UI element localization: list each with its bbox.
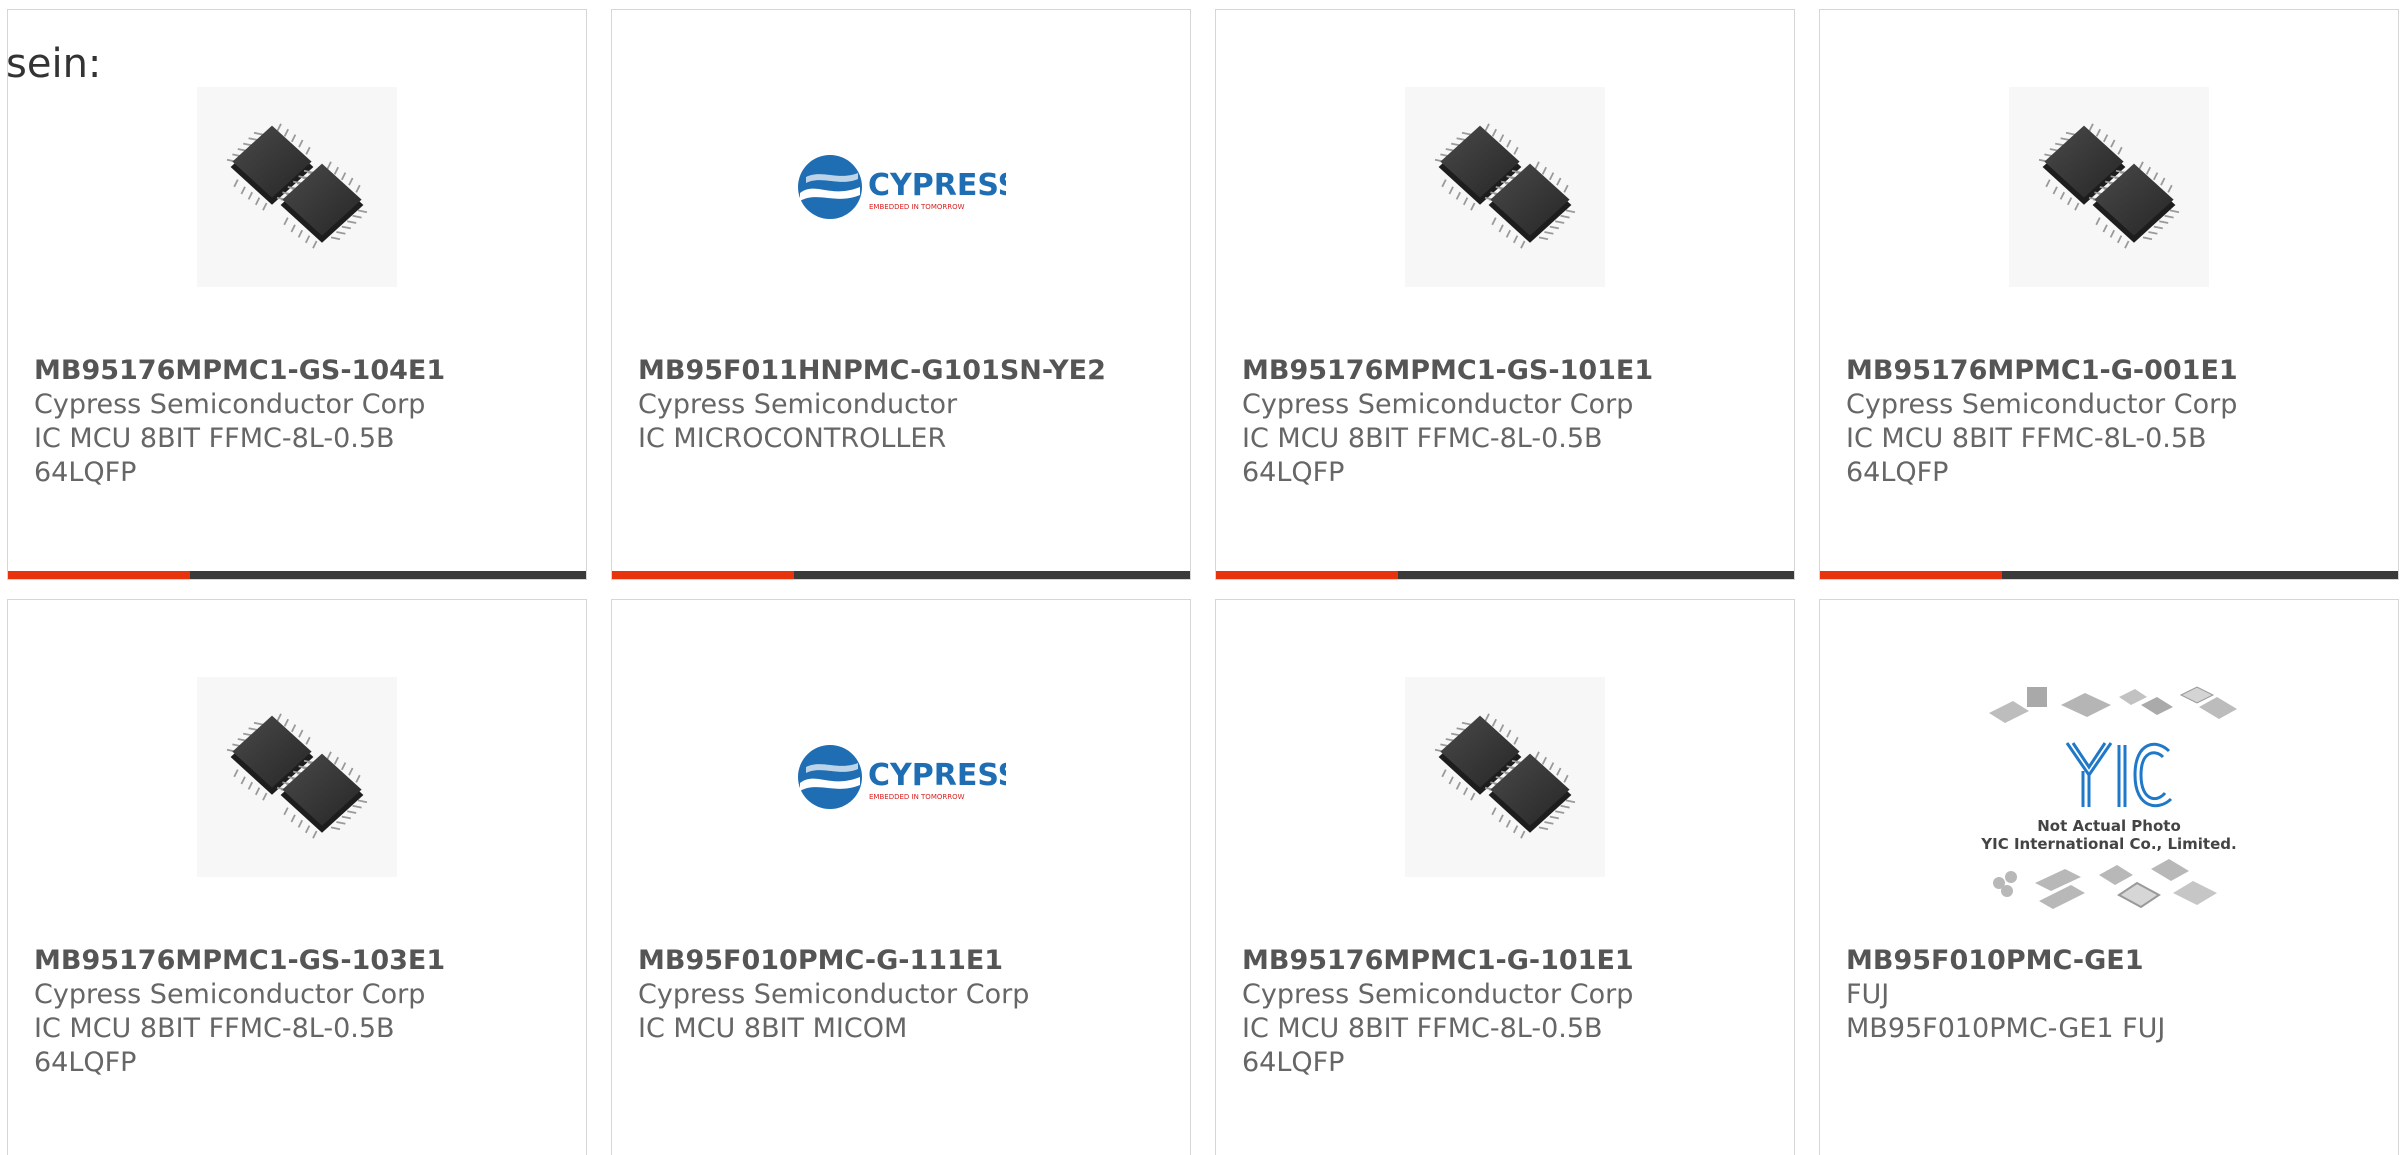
not-actual-photo-image[interactable]: Not Actual Photo YIC International Co., … — [1820, 684, 2398, 914]
cypress-logo-tagline: EMBEDDED IN TOMORROW — [869, 203, 965, 211]
card-footer-bar — [1216, 571, 1794, 579]
cypress-logo-text: CYPRESS — [868, 168, 1006, 203]
product-description: IC MICROCONTROLLER — [638, 423, 947, 454]
intro-text: sein: — [6, 41, 102, 87]
part-number-link[interactable]: MB95176MPMC1-GS-101E1 — [1242, 354, 1653, 388]
product-description: IC MCU 8BIT FFMC-8L-0.5B 64LQFP — [34, 423, 395, 488]
manufacturer-name: Cypress Semiconductor Corp — [1242, 979, 1634, 1010]
part-number-link[interactable]: MB95176MPMC1-G-101E1 — [1242, 944, 1634, 978]
cypress-logo-text: CYPRESS — [868, 758, 1006, 793]
part-number-link[interactable]: MB95F010PMC-GE1 — [1846, 944, 2144, 978]
product-card[interactable]: MB95176MPMC1-G-101E1 Cypress Semiconduct… — [1215, 599, 1795, 1155]
manufacturer-name: Cypress Semiconductor Corp — [1846, 389, 2238, 420]
product-description: MB95F010PMC-GE1 FUJ — [1846, 1013, 2166, 1044]
part-number-link[interactable]: MB95F010PMC-G-111E1 — [638, 944, 1003, 978]
product-card[interactable]: CYPRESS EMBEDDED IN TOMORROW MB95F010PMC… — [611, 599, 1191, 1155]
accent-bar — [1216, 571, 1398, 579]
product-description: IC MCU 8BIT FFMC-8L-0.5B 64LQFP — [1242, 1013, 1603, 1078]
product-description: IC MCU 8BIT FFMC-8L-0.5B 64LQFP — [1242, 423, 1603, 488]
placeholder-line-1: Not Actual Photo — [2037, 817, 2181, 835]
card-footer-bar — [8, 571, 586, 579]
manufacturer-name: Cypress Semiconductor Corp — [34, 979, 426, 1010]
product-card[interactable]: MB95176MPMC1-G-001E1 Cypress Semiconduct… — [1819, 9, 2399, 580]
part-number-link[interactable]: MB95176MPMC1-G-001E1 — [1846, 354, 2238, 388]
manufacturer-name: Cypress Semiconductor — [638, 389, 958, 420]
product-description: IC MCU 8BIT MICOM — [638, 1013, 908, 1044]
product-card[interactable]: MB95176MPMC1-GS-103E1 Cypress Semiconduc… — [7, 599, 587, 1155]
chip-photo-image[interactable] — [1820, 72, 2398, 302]
product-card[interactable]: MB95176MPMC1-GS-104E1 Cypress Semiconduc… — [7, 9, 587, 580]
part-number-link[interactable]: MB95176MPMC1-GS-103E1 — [34, 944, 445, 978]
placeholder-line-2: YIC International Co., Limited. — [1980, 835, 2236, 853]
accent-bar — [612, 571, 794, 579]
product-card[interactable]: Not Actual Photo YIC International Co., … — [1819, 599, 2399, 1155]
chip-photo-image[interactable] — [1216, 662, 1794, 892]
manufacturer-name: Cypress Semiconductor Corp — [638, 979, 1030, 1010]
product-card[interactable]: CYPRESS EMBEDDED IN TOMORROW MB95F011HNP… — [611, 9, 1191, 580]
product-description: IC MCU 8BIT FFMC-8L-0.5B 64LQFP — [1846, 423, 2207, 488]
cypress-logo-tagline: EMBEDDED IN TOMORROW — [869, 793, 965, 801]
manufacturer-name: Cypress Semiconductor Corp — [34, 389, 426, 420]
cypress-logo-image[interactable]: CYPRESS EMBEDDED IN TOMORROW — [612, 662, 1190, 892]
accent-bar — [1820, 571, 2002, 579]
chip-photo-image[interactable] — [8, 662, 586, 892]
accent-bar — [8, 571, 190, 579]
card-footer-bar — [1820, 571, 2398, 579]
manufacturer-name: Cypress Semiconductor Corp — [1242, 389, 1634, 420]
chip-photo-image[interactable] — [1216, 72, 1794, 302]
cypress-logo-image[interactable]: CYPRESS EMBEDDED IN TOMORROW — [612, 72, 1190, 302]
part-number-link[interactable]: MB95F011HNPMC-G101SN-YE2 — [638, 354, 1106, 388]
product-description: IC MCU 8BIT FFMC-8L-0.5B 64LQFP — [34, 1013, 395, 1078]
card-footer-bar — [612, 571, 1190, 579]
manufacturer-name: FUJ — [1846, 979, 1890, 1010]
part-number-link[interactable]: MB95176MPMC1-GS-104E1 — [34, 354, 445, 388]
product-card[interactable]: MB95176MPMC1-GS-101E1 Cypress Semiconduc… — [1215, 9, 1795, 580]
chip-photo-image[interactable] — [8, 72, 586, 302]
